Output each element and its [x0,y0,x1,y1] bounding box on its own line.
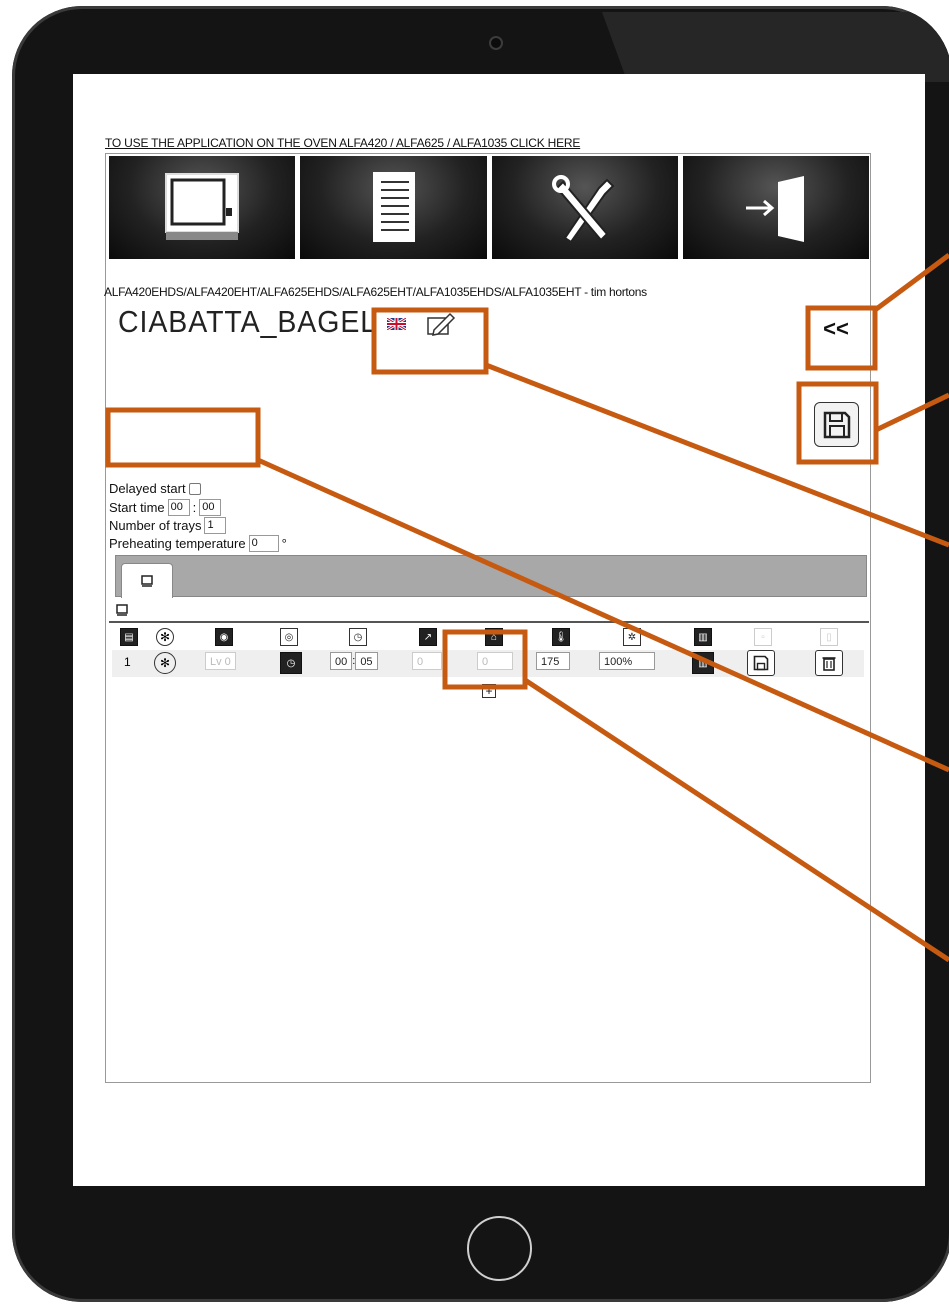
start-minute-input[interactable]: 00 [199,499,222,516]
oven-tile[interactable] [109,156,296,259]
probe-icon: ▥ [694,628,712,646]
steps-table: ▤ ✻ ◉ ◎ ◷ ↗ ⌂ 🌡 ✲ ▥ ▫ ▯ 1 ✻ Lv 0 ◷ 00: … [112,626,864,677]
fan-speed-icon: ✲ [623,628,641,646]
fan-icon: ✻ [156,628,174,646]
save-icon [823,411,850,438]
save-step-button[interactable] [747,650,775,676]
exit-icon [745,175,804,242]
save-icon [753,655,769,671]
start-hour-input[interactable]: 00 [167,499,190,516]
main-panel: ALFA420EHDS/ALFA420EHT/ALFA625EHDS/ALFA6… [104,153,871,1083]
delayed-start-label: Delayed start [109,481,186,496]
save-recipe-button[interactable] [814,402,859,447]
fan-speed-select[interactable]: 100% [599,652,655,670]
preheat-label: Preheating temperature [109,536,246,551]
oven-app-link[interactable]: TO USE THE APPLICATION ON THE OVEN ALFA4… [105,136,580,150]
venting-input[interactable]: 0 [477,652,513,670]
start-time-label: Start time [109,500,165,515]
oven-small-icon [141,575,153,587]
trays-row: Number of trays 1 [109,517,227,534]
recipe-title: CIABATTA_BAGEL [118,304,378,339]
step-number-icon: ▤ [120,628,138,646]
preheat-row: Preheating temperature 0 ° [109,535,287,552]
oven-small-icon [116,604,128,616]
time-separator: : [192,500,197,515]
recipes-tile[interactable] [300,156,487,259]
trash-icon [822,657,836,671]
preheat-input[interactable]: 0 [248,535,279,552]
tools-icon [551,174,615,243]
home-button[interactable] [467,1216,532,1281]
front-camera [489,36,503,50]
phase-tab-bar [115,555,867,598]
trays-input[interactable]: 1 [204,517,227,534]
timer-mode-icon: ◎ [280,628,298,646]
table-header: ▤ ✻ ◉ ◎ ◷ ↗ ⌂ 🌡 ✲ ▥ ▫ ▯ [112,626,864,650]
time-seconds-input[interactable]: 05 [355,652,378,670]
step-number: 1 [124,655,131,669]
add-step-button[interactable]: + [482,684,496,698]
humidity-input[interactable]: 0 [412,652,442,670]
trash-icon: ▯ [820,628,838,646]
trays-label: Number of trays [109,518,202,533]
degree-symbol: ° [281,536,287,551]
delete-step-button[interactable] [815,650,843,676]
start-time-row: Start time 00 : 00 [109,499,222,516]
bezel-reflection [602,12,949,82]
nav-tiles [109,156,869,259]
divider [109,621,869,623]
humidity-icon: ↗ [419,628,437,646]
table-row: 1 ✻ Lv 0 ◷ 00 : 05 0 0 175 100% ▥ [112,650,864,677]
clock-icon: ◷ [349,628,367,646]
logout-tile[interactable] [682,156,869,259]
venting-icon: ⌂ [485,628,503,646]
settings-tile[interactable] [491,156,678,259]
model-list: ALFA420EHDS/ALFA420EHT/ALFA625EHDS/ALFA6… [104,285,647,299]
probe-button[interactable]: ▥ [692,652,714,674]
time-minutes-input[interactable]: 00 [330,652,353,670]
fan-mode-button[interactable]: ✻ [154,652,176,674]
uk-flag-icon[interactable] [387,318,406,330]
notebook-icon [373,171,416,242]
tab-phase-1[interactable] [121,563,173,598]
level-icon: ◉ [215,628,233,646]
level-select[interactable]: Lv 0 [205,652,236,670]
edit-icon[interactable] [426,312,456,336]
save-icon: ▫ [754,628,772,646]
oven-icon [165,172,240,240]
delayed-start-row: Delayed start [109,481,201,496]
temperature-input[interactable]: 175 [536,652,570,670]
clock-icon[interactable]: ◷ [280,652,302,674]
delayed-start-checkbox[interactable] [188,482,201,495]
collapse-button[interactable]: << [818,311,854,347]
screen: TO USE THE APPLICATION ON THE OVEN ALFA4… [73,74,925,1186]
temperature-icon: 🌡 [552,628,570,646]
